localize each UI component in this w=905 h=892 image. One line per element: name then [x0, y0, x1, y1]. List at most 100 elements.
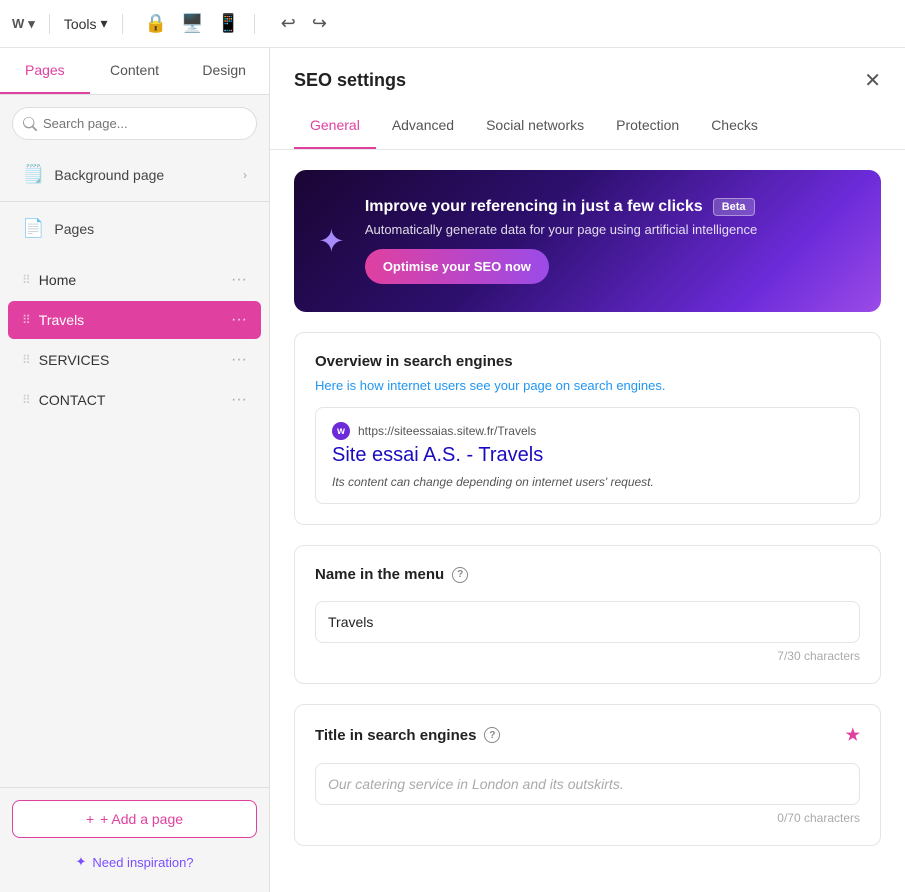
seo-header: SEO settings ✕ — [270, 48, 905, 93]
ai-banner: ✦ Improve your referencing in just a few… — [294, 170, 881, 312]
nav-item-travels-label: Travels — [39, 312, 231, 328]
main-layout: Pages Content Design 🗒️ Background page … — [0, 48, 905, 892]
inspiration-label: Need inspiration? — [92, 855, 193, 870]
menu-name-title: Name in the menu ? — [315, 566, 860, 583]
title-search-card: Title in search engines ? ★ 0/70 charact… — [294, 704, 881, 846]
ai-sparkle-icon: ✦ — [318, 222, 345, 260]
nav-item-services-label: SERVICES — [39, 352, 231, 368]
seo-content: ✦ Improve your referencing in just a few… — [270, 150, 905, 892]
menu-name-card: Name in the menu ? 7/30 characters — [294, 545, 881, 684]
title-search-char-count: 0/70 characters — [315, 811, 860, 825]
title-search-title: Title in search engines ? ★ — [315, 725, 860, 745]
nav-item-travels[interactable]: ⠿ Travels ··· — [8, 301, 261, 339]
menu-name-input[interactable] — [315, 601, 860, 643]
site-w-logo: w — [332, 422, 350, 440]
tools-chevron: ▾ — [101, 15, 108, 32]
background-page-label: Background page — [54, 167, 164, 183]
nav-item-home[interactable]: ⠿ Home ··· — [8, 261, 261, 299]
seo-tab-protection[interactable]: Protection — [600, 103, 695, 149]
sidebar-divider1 — [0, 201, 269, 202]
seo-title: SEO settings — [294, 70, 406, 91]
seo-close-button[interactable]: ✕ — [864, 68, 881, 93]
seo-tab-advanced[interactable]: Advanced — [376, 103, 470, 149]
ai-banner-title: Improve your referencing in just a few c… — [365, 198, 857, 216]
nav-item-services-dots[interactable]: ··· — [231, 351, 247, 369]
preview-url-text: https://siteessaias.sitew.fr/Travels — [358, 424, 536, 438]
seo-tab-checks[interactable]: Checks — [695, 103, 774, 149]
seo-tab-social[interactable]: Social networks — [470, 103, 600, 149]
drag-handle-services: ⠿ — [22, 353, 31, 367]
pages-item[interactable]: 📄 Pages — [12, 206, 257, 251]
ai-star-icon: ★ — [846, 725, 860, 745]
nav-item-services[interactable]: ⠿ SERVICES ··· — [8, 341, 261, 379]
ai-banner-badge: Beta — [713, 198, 755, 216]
nav-item-contact-dots[interactable]: ··· — [231, 391, 247, 409]
seo-tab-general[interactable]: General — [294, 103, 376, 149]
preview-site-name: Site essai A.S. - Travels — [332, 444, 843, 467]
tools-menu[interactable]: Tools ▾ — [64, 15, 108, 32]
sidebar-tabs: Pages Content Design — [0, 48, 269, 95]
nav-item-contact-label: CONTACT — [39, 392, 231, 408]
topbar-separator3 — [254, 14, 255, 34]
ai-banner-title-text: Improve your referencing in just a few c… — [365, 198, 703, 216]
redo-icon[interactable]: ↪ — [312, 13, 327, 34]
pages-label: Pages — [54, 221, 94, 237]
overview-title: Overview in search engines — [315, 353, 860, 370]
topbar-separator — [49, 14, 50, 34]
nav-item-home-label: Home — [39, 272, 231, 288]
mobile-icon[interactable]: 📱 — [217, 13, 239, 34]
topbar-icons: 🔒 🖥️ 📱 — [145, 13, 240, 34]
add-page-label: + Add a page — [100, 811, 183, 827]
title-search-help-icon[interactable]: ? — [484, 727, 500, 743]
preview-note: Its content can change depending on inte… — [332, 475, 843, 489]
seo-tabs: General Advanced Social networks Protect… — [270, 103, 905, 150]
tab-pages[interactable]: Pages — [0, 48, 90, 94]
logo[interactable]: W ▾ — [12, 16, 35, 32]
ai-banner-content: Improve your referencing in just a few c… — [365, 198, 857, 284]
background-page-chevron: › — [243, 168, 247, 182]
logo-chevron[interactable]: ▾ — [28, 16, 35, 32]
tools-label: Tools — [64, 16, 97, 32]
title-search-input[interactable] — [315, 763, 860, 805]
overview-card: Overview in search engines Here is how i… — [294, 332, 881, 525]
tab-content[interactable]: Content — [90, 48, 180, 94]
drag-handle-home: ⠿ — [22, 273, 31, 287]
pages-section: 📄 Pages — [0, 206, 269, 251]
pages-icon: 📄 — [22, 218, 44, 239]
search-preview: w https://siteessaias.sitew.fr/Travels S… — [315, 407, 860, 504]
optimise-seo-button[interactable]: Optimise your SEO now — [365, 249, 549, 284]
lock-icon[interactable]: 🔒 — [145, 13, 167, 34]
undo-icon[interactable]: ↩ — [281, 13, 296, 34]
add-page-icon: + — [86, 811, 94, 827]
topbar-separator2 — [122, 14, 123, 34]
add-page-button[interactable]: + + Add a page — [12, 800, 257, 838]
topbar-actions: ↩ ↪ — [281, 13, 327, 34]
tab-design[interactable]: Design — [179, 48, 269, 94]
menu-name-char-count: 7/30 characters — [315, 649, 860, 663]
seo-panel: SEO settings ✕ General Advanced Social n… — [270, 48, 905, 892]
inspiration-button[interactable]: ✦ Need inspiration? — [12, 844, 257, 880]
drag-handle-travels: ⠿ — [22, 313, 31, 327]
preview-url-row: w https://siteessaias.sitew.fr/Travels — [332, 422, 843, 440]
nav-item-contact[interactable]: ⠿ CONTACT ··· — [8, 381, 261, 419]
search-input[interactable] — [12, 107, 257, 140]
inspiration-icon: ✦ — [75, 854, 86, 870]
ai-banner-description: Automatically generate data for your pag… — [365, 222, 857, 237]
title-search-title-text: Title in search engines — [315, 727, 476, 744]
topbar: W ▾ Tools ▾ 🔒 🖥️ 📱 ↩ ↪ — [0, 0, 905, 48]
nav-item-travels-dots[interactable]: ··· — [231, 311, 247, 329]
overview-subtitle: Here is how internet users see your page… — [315, 378, 860, 393]
menu-name-help-icon[interactable]: ? — [452, 567, 468, 583]
sidebar-search-container — [0, 95, 269, 152]
desktop-icon[interactable]: 🖥️ — [181, 13, 203, 34]
nav-list: ⠿ Home ··· ⠿ Travels ··· ⠿ SERVICES ··· … — [0, 251, 269, 429]
background-page-section: 🗒️ Background page › — [0, 152, 269, 197]
background-page-icon: 🗒️ — [22, 164, 44, 185]
menu-name-title-text: Name in the menu — [315, 566, 444, 583]
logo-w: W — [12, 16, 24, 31]
sidebar: Pages Content Design 🗒️ Background page … — [0, 48, 270, 892]
nav-item-home-dots[interactable]: ··· — [231, 271, 247, 289]
sidebar-bottom: + + Add a page ✦ Need inspiration? — [0, 787, 269, 892]
background-page-item[interactable]: 🗒️ Background page › — [12, 152, 257, 197]
drag-handle-contact: ⠿ — [22, 393, 31, 407]
